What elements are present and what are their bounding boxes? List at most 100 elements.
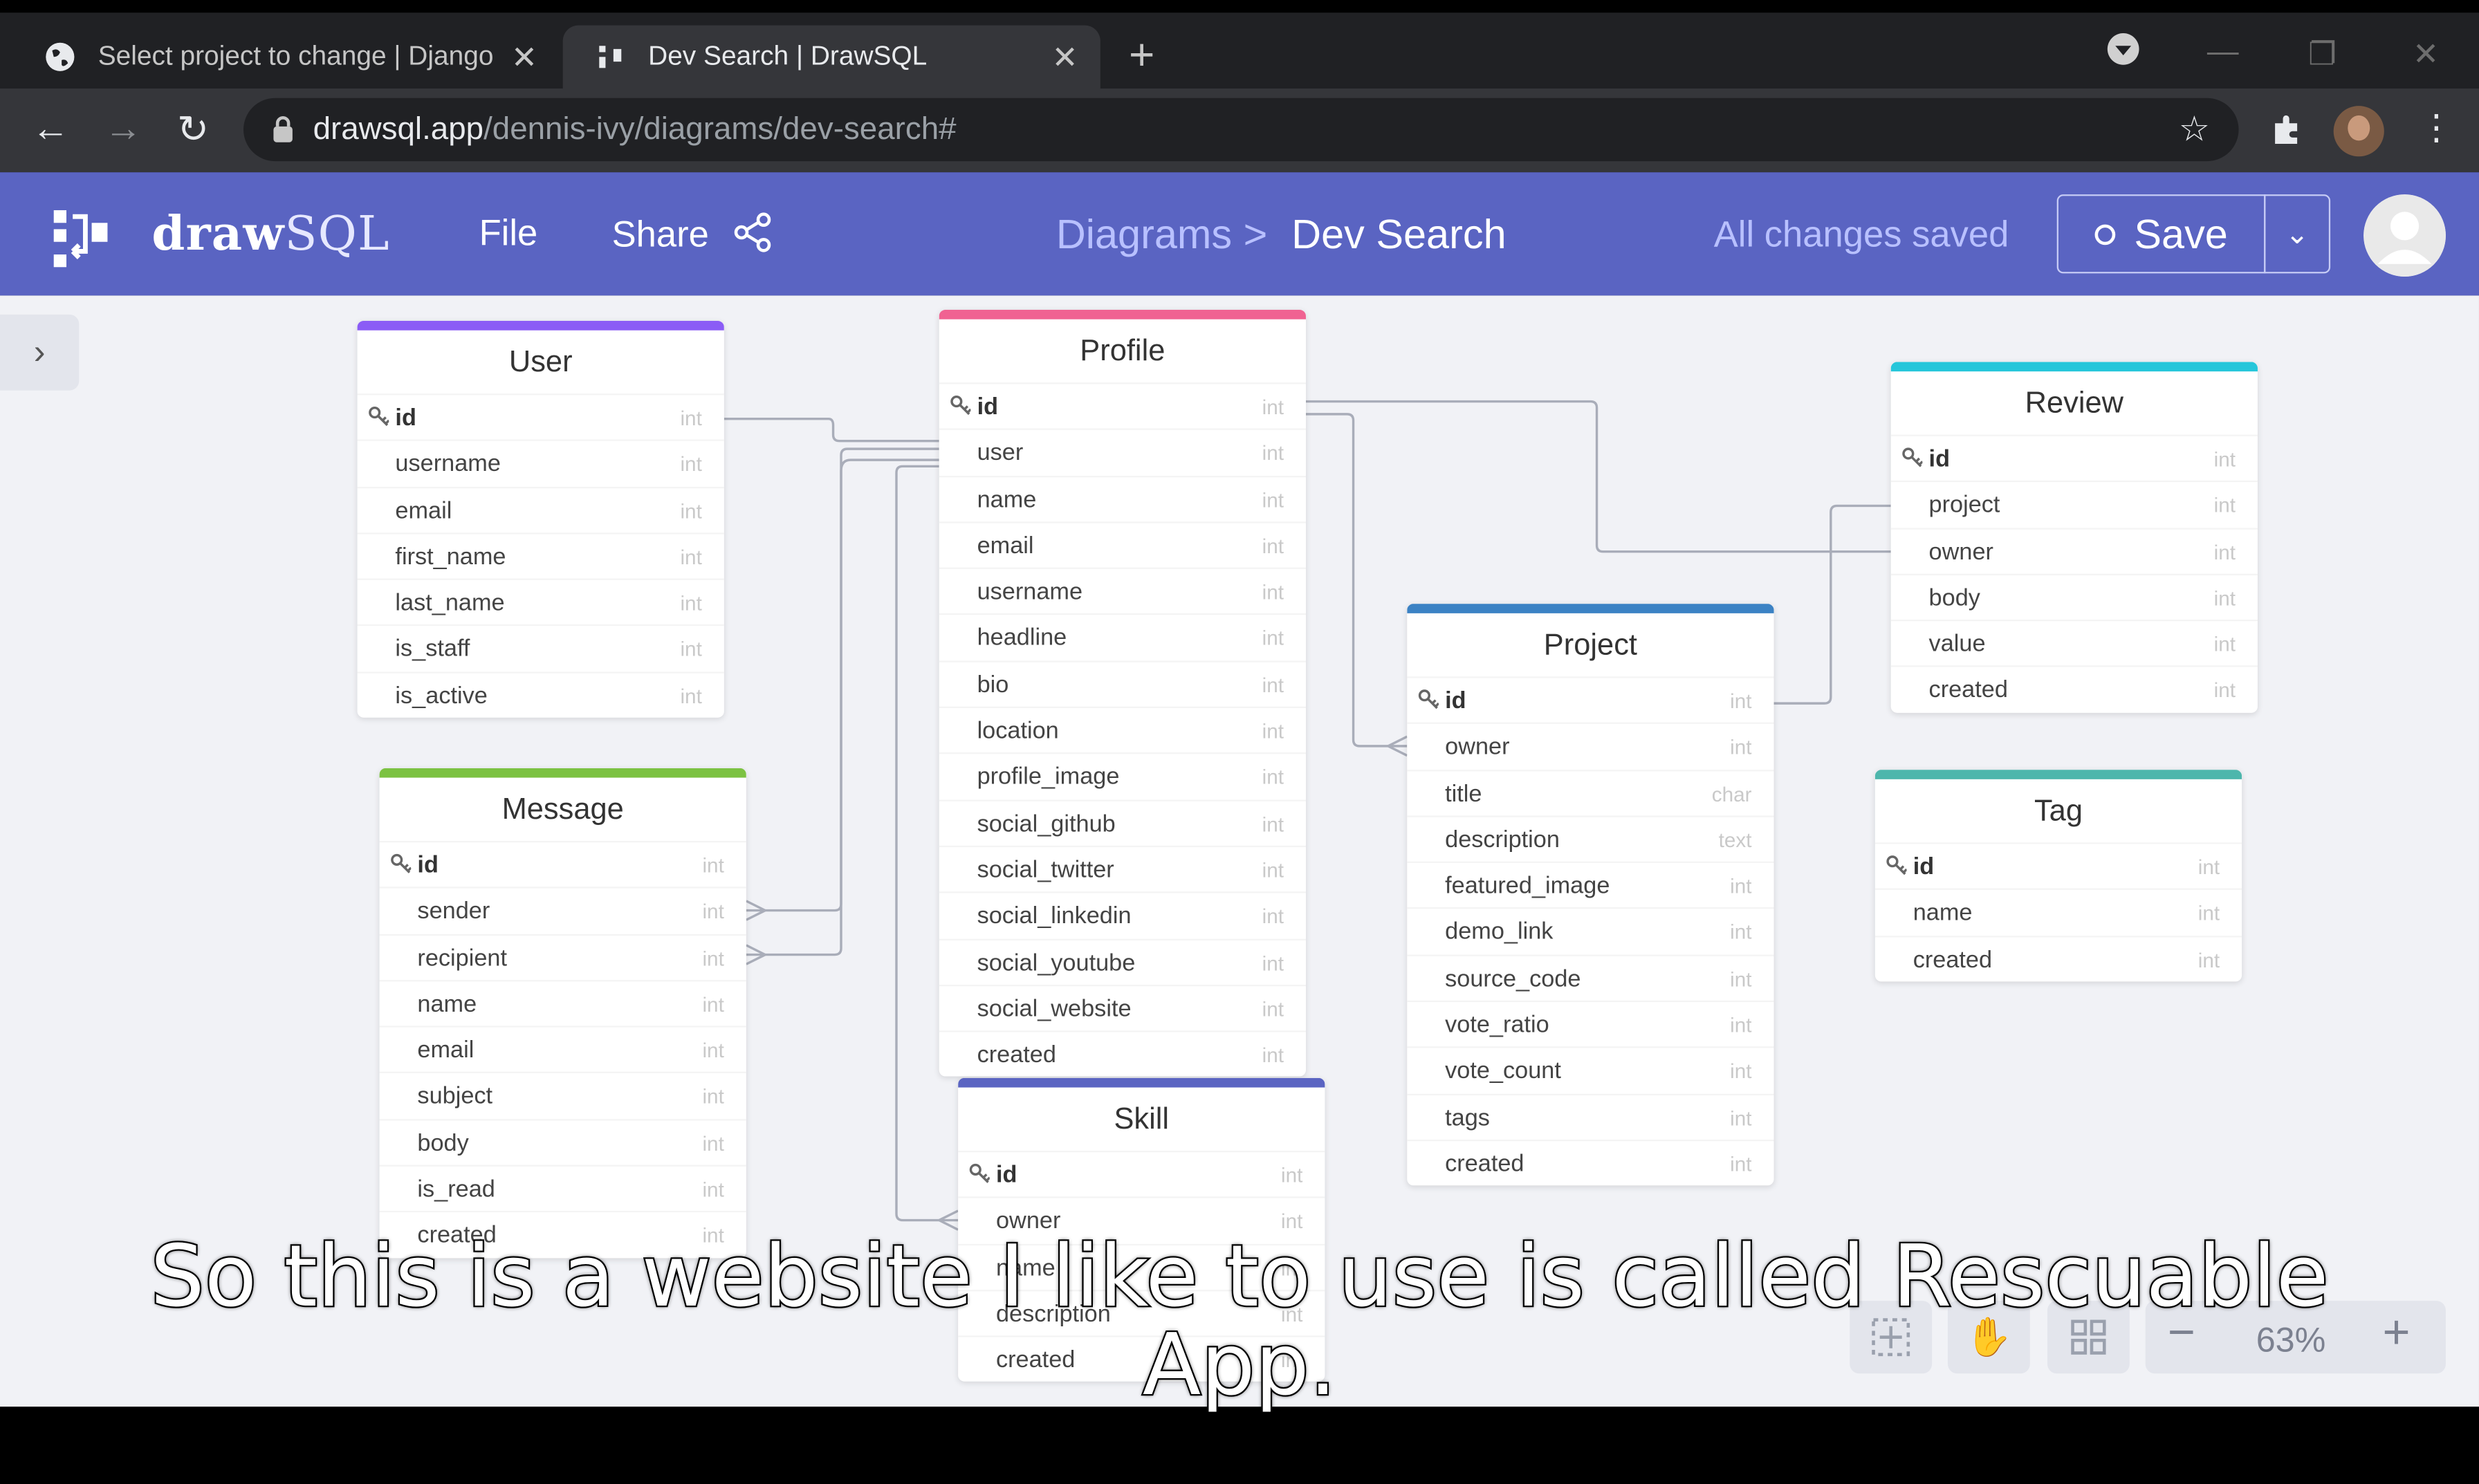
column-type: int: [1262, 441, 1284, 465]
column-row[interactable]: name int: [379, 979, 746, 1026]
column-row[interactable]: body int: [1890, 573, 2258, 620]
table-name[interactable]: Message: [380, 778, 746, 841]
column-row[interactable]: owner int: [1407, 723, 1774, 769]
column-row[interactable]: featured_image int: [1407, 862, 1774, 908]
column-row[interactable]: value int: [1890, 620, 2258, 666]
address-bar[interactable]: drawsql.app/dennis-ivy/diagrams/dev-sear…: [243, 98, 2239, 162]
browser-tab-django[interactable]: Select project to change | Django ✕: [12, 26, 560, 89]
breadcrumb-diagrams[interactable]: Diagrams >: [1056, 210, 1267, 258]
column-row[interactable]: profile_image int: [939, 752, 1306, 799]
column-row[interactable]: social_website int: [939, 984, 1306, 1031]
column-row[interactable]: subject int: [379, 1072, 746, 1119]
column-row[interactable]: created int: [939, 1030, 1306, 1077]
column-row[interactable]: owner int: [1890, 527, 2258, 573]
profile-dropdown-icon[interactable]: [2106, 32, 2141, 76]
column-name: social_twitter: [977, 856, 1114, 884]
browser-tab-drawsql[interactable]: Dev Search | DrawSQL ✕: [562, 25, 1100, 89]
column-row[interactable]: body int: [379, 1118, 746, 1165]
column-name: featured_image: [1445, 873, 1610, 900]
column-row[interactable]: headline int: [939, 613, 1306, 660]
column-row[interactable]: last_name int: [357, 578, 724, 625]
column-row[interactable]: id int: [1407, 676, 1774, 723]
column-row[interactable]: name int: [939, 475, 1306, 521]
column-row[interactable]: created int: [1890, 666, 2258, 712]
column-row[interactable]: is_active int: [357, 671, 724, 718]
profile-avatar[interactable]: [2333, 106, 2384, 157]
column-row[interactable]: vote_count int: [1407, 1046, 1774, 1093]
column-row[interactable]: tags int: [1407, 1093, 1774, 1140]
bookmark-star-icon[interactable]: ☆: [2179, 109, 2210, 150]
table-name[interactable]: Profile: [939, 319, 1306, 382]
save-options-dropdown[interactable]: ⌄: [2264, 194, 2331, 274]
file-menu[interactable]: File: [479, 212, 538, 254]
table-name[interactable]: Project: [1407, 613, 1773, 676]
column-type: int: [1262, 950, 1284, 975]
column-name: subject: [417, 1083, 493, 1111]
column-row[interactable]: project int: [1890, 481, 2258, 528]
column-row[interactable]: id int: [958, 1150, 1325, 1197]
column-row[interactable]: is_staff int: [357, 624, 724, 671]
column-row[interactable]: id int: [379, 840, 746, 887]
browser-menu-icon[interactable]: ⋮: [2419, 107, 2453, 148]
column-row[interactable]: social_linkedin int: [939, 891, 1306, 938]
column-row[interactable]: id int: [1874, 842, 2242, 889]
new-tab-plus-icon[interactable]: +: [1129, 33, 1154, 77]
column-row[interactable]: username int: [357, 440, 724, 486]
column-row[interactable]: bio int: [939, 660, 1306, 707]
extensions-puzzle-icon[interactable]: [2270, 112, 2305, 147]
column-row[interactable]: user int: [939, 429, 1306, 475]
column-name: is_read: [417, 1176, 495, 1203]
table-name[interactable]: Review: [1891, 371, 2258, 434]
column-row[interactable]: demo_link int: [1407, 908, 1774, 954]
column-name: value: [1928, 631, 1986, 658]
user-avatar[interactable]: [2363, 194, 2446, 277]
column-row[interactable]: id int: [939, 382, 1306, 429]
table-name[interactable]: Skill: [958, 1088, 1325, 1151]
column-row[interactable]: created int: [1874, 935, 2242, 981]
save-button[interactable]: Save: [2056, 194, 2266, 274]
column-row[interactable]: vote_ratio int: [1407, 1001, 1774, 1047]
column-name: sender: [417, 898, 490, 925]
restore-icon[interactable]: ❐: [2308, 35, 2337, 74]
table-project[interactable]: Project id int owner int title char description…: [1407, 604, 1774, 1186]
table-name[interactable]: Tag: [1875, 779, 2242, 842]
table-review[interactable]: Review id int project int owner int body int valu…: [1890, 362, 2258, 713]
page-title[interactable]: Dev Search: [1291, 210, 1506, 258]
reload-icon[interactable]: ↻: [177, 107, 209, 153]
column-row[interactable]: id int: [357, 393, 724, 440]
column-row[interactable]: username int: [939, 567, 1306, 614]
column-row[interactable]: email int: [357, 486, 724, 532]
column-row[interactable]: social_github int: [939, 799, 1306, 846]
share-menu[interactable]: Share: [612, 212, 773, 256]
column-row[interactable]: name int: [1874, 889, 2242, 935]
table-profile[interactable]: Profile id int user int name int email int userna…: [939, 309, 1306, 1077]
column-row[interactable]: title char: [1407, 769, 1774, 815]
column-row[interactable]: created int: [1407, 1139, 1774, 1186]
column-row[interactable]: email int: [939, 521, 1306, 568]
table-tag[interactable]: Tag id int name int created int: [1874, 770, 2242, 982]
column-row[interactable]: social_twitter int: [939, 845, 1306, 892]
window-close-icon[interactable]: ✕: [2413, 35, 2439, 74]
minimize-icon[interactable]: —: [2207, 35, 2239, 71]
column-type: int: [702, 1085, 724, 1109]
column-row[interactable]: is_read int: [379, 1165, 746, 1212]
table-message[interactable]: Message id int sender int recipient int name int…: [379, 768, 746, 1258]
column-name: source_code: [1445, 965, 1581, 992]
column-row[interactable]: recipient int: [379, 933, 746, 980]
table-user[interactable]: User id int username int email int first_name in…: [357, 320, 724, 718]
column-row[interactable]: id int: [1890, 434, 2258, 481]
column-row[interactable]: social_youtube int: [939, 938, 1306, 985]
column-row[interactable]: email int: [379, 1026, 746, 1073]
forward-arrow-icon[interactable]: →: [104, 107, 142, 151]
back-arrow-icon[interactable]: ←: [32, 107, 70, 151]
column-row[interactable]: description text: [1407, 815, 1774, 862]
column-row[interactable]: first_name int: [357, 532, 724, 579]
close-tab-icon[interactable]: ✕: [511, 37, 537, 77]
column-row[interactable]: source_code int: [1407, 954, 1774, 1001]
table-name[interactable]: User: [358, 331, 724, 393]
column-row[interactable]: sender int: [379, 887, 746, 934]
column-row[interactable]: location int: [939, 706, 1306, 753]
column-name: title: [1445, 780, 1482, 808]
close-tab-icon[interactable]: ✕: [1052, 37, 1078, 77]
column-name: created: [977, 1041, 1056, 1069]
